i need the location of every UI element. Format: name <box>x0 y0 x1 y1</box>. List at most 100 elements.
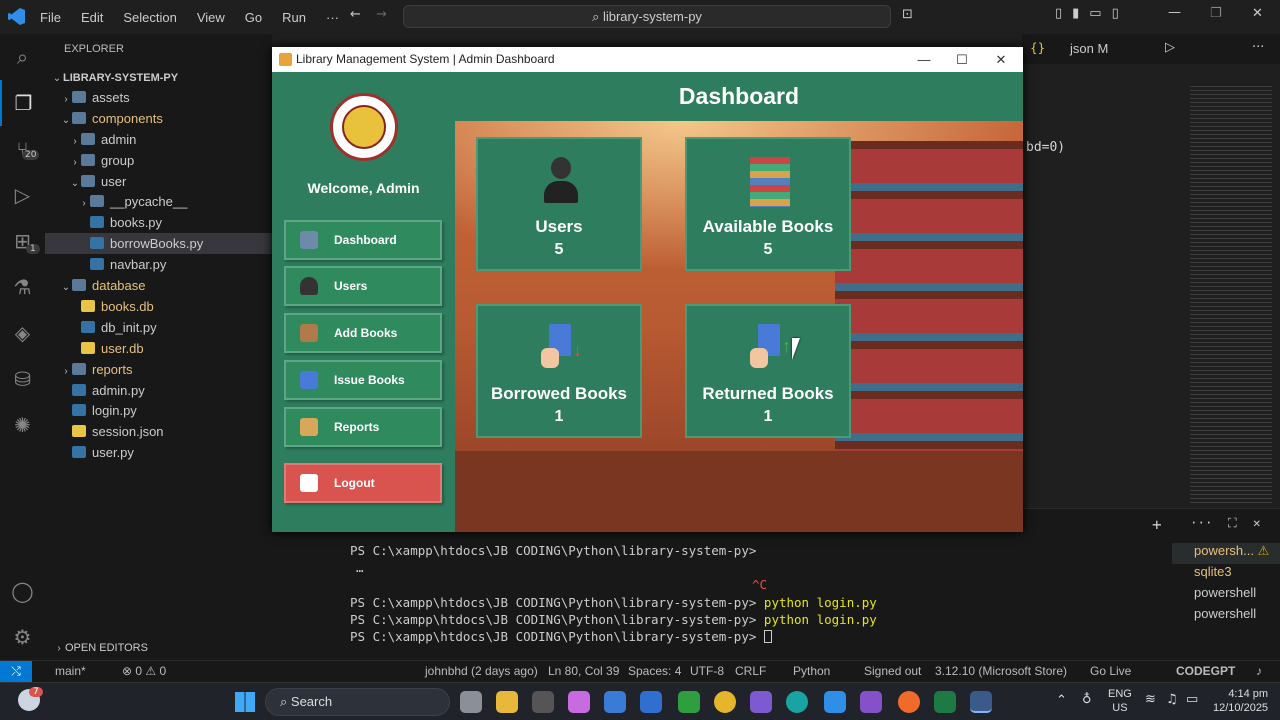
task-view-icon[interactable] <box>460 691 482 713</box>
app-icon-2[interactable] <box>750 691 772 713</box>
tree-item[interactable]: ⌄ LIBRARY-SYSTEM-PY <box>45 66 272 87</box>
menu-run[interactable]: Run <box>272 10 316 25</box>
status-interpreter[interactable]: 3.12.10 (Microsoft Store) <box>935 664 1067 678</box>
account-icon[interactable]: ◯ <box>0 568 45 614</box>
status-codegpt[interactable]: CODEGPT <box>1176 664 1235 678</box>
nav-users-button[interactable]: Users <box>284 266 442 306</box>
card-users[interactable]: Users 5 <box>476 137 642 271</box>
remote-indicator-icon[interactable]: ⤭ <box>0 661 32 682</box>
menu-edit[interactable]: Edit <box>71 10 113 25</box>
bell-icon[interactable]: ♪ <box>1256 664 1262 678</box>
explorer-icon[interactable]: ❐ <box>0 80 45 126</box>
menu-go[interactable]: Go <box>235 10 272 25</box>
terminal-item-powershell-3[interactable]: powershell <box>1172 606 1280 627</box>
tree-item[interactable]: books.py <box>45 212 272 233</box>
chrome-icon[interactable] <box>714 691 736 713</box>
card-returned-books[interactable]: ↑ Returned Books 1 <box>685 304 851 438</box>
app-close-button[interactable]: ✕ <box>981 47 1021 72</box>
status-position[interactable]: Ln 80, Col 39 <box>548 664 619 678</box>
card-borrowed-books[interactable]: ↓ Borrowed Books 1 <box>476 304 642 438</box>
remote-icon[interactable]: ◈ <box>0 310 45 356</box>
status-problems[interactable]: ⊗ 0 ⚠ 0 <box>122 664 166 678</box>
ai-icon[interactable]: ✺ <box>0 402 45 448</box>
clock[interactable]: 4:14 pm 12/10/2025 <box>1213 687 1268 715</box>
tree-item[interactable]: navbar.py <box>45 254 272 275</box>
database-icon[interactable]: ⛁ <box>0 356 45 402</box>
vscode-taskbar-icon[interactable] <box>824 691 846 713</box>
editor-tab-json[interactable]: json M <box>1070 41 1108 56</box>
layout-icons[interactable]: ▯▮▭▯ <box>1055 6 1129 21</box>
status-branch[interactable]: main* <box>55 664 86 678</box>
menu-file[interactable]: File <box>30 10 71 25</box>
copilot-icon[interactable]: ⊡ <box>902 7 913 22</box>
tree-item[interactable]: ⌄ user <box>45 171 272 192</box>
open-editors-header[interactable]: › OPEN EDITORS <box>53 642 148 654</box>
microphone-icon[interactable]: ♁ <box>1082 692 1092 707</box>
add-terminal-icon[interactable]: + <box>1152 515 1162 534</box>
python-app-icon[interactable] <box>970 691 992 713</box>
tree-item[interactable]: › admin <box>45 129 272 150</box>
app-icon-1[interactable] <box>532 691 554 713</box>
start-windows-icon[interactable] <box>235 692 255 712</box>
source-control-icon[interactable]: ⑂ 20 <box>0 126 45 172</box>
menu-selection[interactable]: Selection <box>113 10 186 25</box>
close-icon[interactable]: ✕ <box>1252 6 1263 21</box>
show-hidden-icons[interactable]: ⌃ <box>1056 693 1067 708</box>
tree-item[interactable]: › reports <box>45 359 272 380</box>
tree-item[interactable]: user.db <box>45 338 272 359</box>
status-spaces[interactable]: Spaces: 4 <box>628 664 681 678</box>
tree-item[interactable]: db_init.py <box>45 317 272 338</box>
nav-reports-button[interactable]: Reports <box>284 407 442 447</box>
tree-item[interactable]: login.py <box>45 400 272 421</box>
tree-item[interactable]: user.py <box>45 442 272 463</box>
minimize-icon[interactable]: — <box>1168 5 1181 20</box>
status-blame[interactable]: johnbhd (2 days ago) <box>425 664 538 678</box>
extensions-icon[interactable]: ⊞ 1 <box>0 218 45 264</box>
file-explorer-icon[interactable] <box>496 691 518 713</box>
copilot-app-icon[interactable] <box>568 691 590 713</box>
app-maximize-button[interactable]: ☐ <box>942 47 982 72</box>
testing-icon[interactable]: ⚗ <box>0 264 45 310</box>
app-minimize-button[interactable]: — <box>904 47 944 72</box>
tree-item[interactable]: borrowBooks.py <box>45 233 272 255</box>
nav-dashboard-button[interactable]: Dashboard <box>284 220 442 260</box>
search-icon[interactable]: ⌕ <box>0 34 45 80</box>
maximize-panel-icon[interactable]: ⛶ <box>1228 515 1237 531</box>
tree-item[interactable]: › __pycache__ <box>45 191 272 212</box>
run-icon[interactable]: ▷ <box>1165 40 1175 55</box>
tree-item[interactable]: ⌄ components <box>45 108 272 129</box>
terminal-item-powershell-2[interactable]: powershell <box>1172 585 1280 606</box>
card-available-books[interactable]: Available Books 5 <box>685 137 851 271</box>
status-signed[interactable]: Signed out <box>864 664 921 678</box>
wifi-icon[interactable]: ≋ <box>1145 692 1156 707</box>
volume-icon[interactable]: ♫ <box>1166 692 1178 707</box>
more-actions-icon[interactable]: ··· <box>1252 40 1264 55</box>
tree-item[interactable]: admin.py <box>45 380 272 401</box>
taskbar-search-box[interactable]: ⌕ Search <box>265 688 450 716</box>
store-icon[interactable] <box>604 691 626 713</box>
tree-item[interactable]: ⌄ database <box>45 275 272 296</box>
tree-item[interactable]: books.db <box>45 296 272 317</box>
postman-icon[interactable] <box>898 691 920 713</box>
close-panel-icon[interactable]: ✕ <box>1253 515 1261 530</box>
tree-item[interactable]: session.json <box>45 421 272 442</box>
terminal-more-icon[interactable]: ··· <box>1190 515 1213 530</box>
forward-arrow-icon[interactable]: → <box>376 7 387 22</box>
minimap[interactable] <box>1190 86 1272 506</box>
menu-view[interactable]: View <box>187 10 235 25</box>
visual-studio-code-blue-icon[interactable] <box>640 691 662 713</box>
status-golive[interactable]: Go Live <box>1090 664 1131 678</box>
settings-gear-icon[interactable]: ⚙ <box>0 614 45 660</box>
status-language[interactable]: Python <box>793 664 830 678</box>
tree-item[interactable]: › group <box>45 150 272 171</box>
nav-issue-books-button[interactable]: Issue Books <box>284 360 442 400</box>
excel-icon[interactable] <box>934 691 956 713</box>
command-search[interactable]: ⌕ library-system-py <box>403 5 891 28</box>
language-indicator[interactable]: ENG US <box>1108 687 1132 715</box>
run-debug-icon[interactable]: ▷ <box>0 172 45 218</box>
nav-add-books-button[interactable]: Add Books <box>284 313 442 353</box>
xbox-icon[interactable] <box>678 691 700 713</box>
status-encoding[interactable]: UTF-8 <box>690 664 724 678</box>
maximize-icon[interactable]: ❐ <box>1210 6 1222 21</box>
logout-button[interactable]: Logout <box>284 463 442 503</box>
